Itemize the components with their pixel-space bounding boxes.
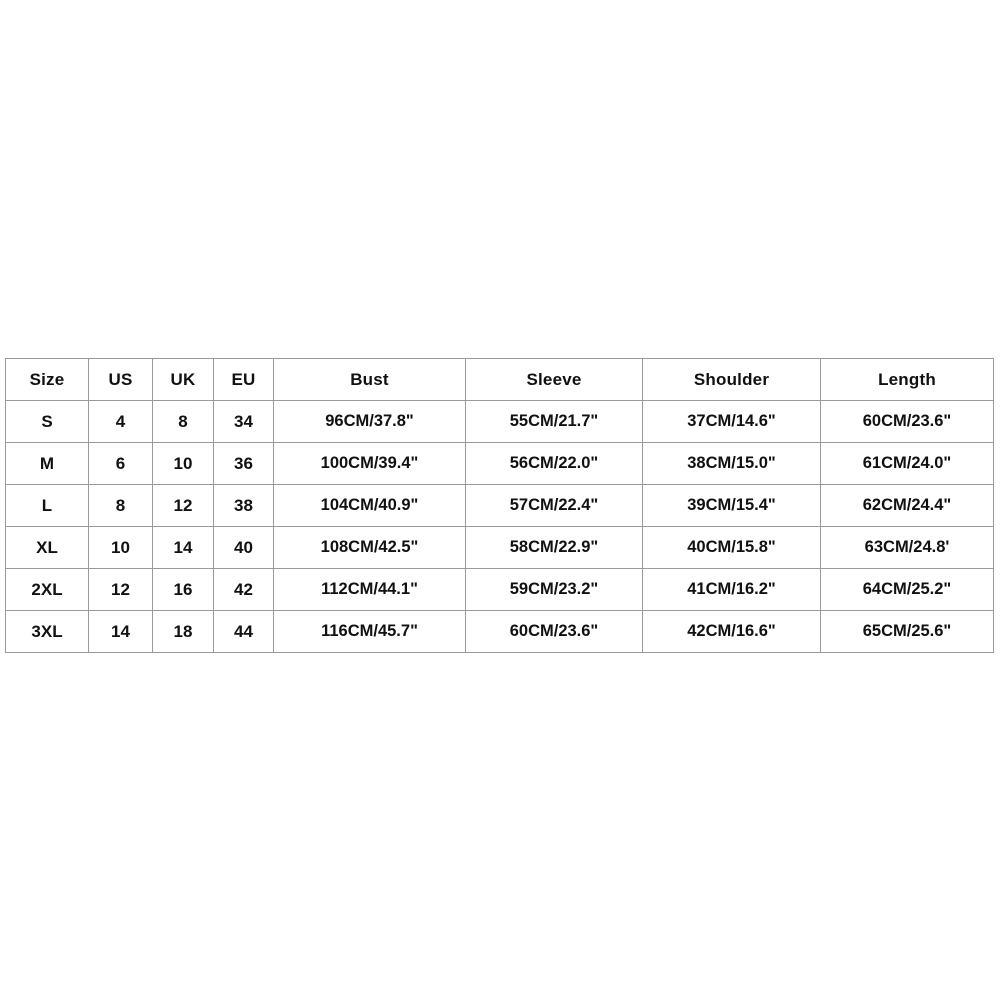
header-row: Size US UK EU Bust Sleeve Shoulder Lengt…	[5, 358, 994, 401]
cell-uk: 8	[152, 400, 214, 443]
cell-eu: 38	[213, 484, 274, 527]
table-row: 3XL 14 18 44 116CM/45.7" 60CM/23.6" 42CM…	[5, 610, 994, 653]
cell-eu: 42	[213, 568, 274, 611]
cell-sleeve: 55CM/21.7"	[465, 400, 643, 443]
column-header-length: Length	[820, 358, 994, 401]
table-row: 2XL 12 16 42 112CM/44.1" 59CM/23.2" 41CM…	[5, 568, 994, 611]
cell-size: 3XL	[5, 610, 89, 653]
cell-uk: 10	[152, 442, 214, 485]
cell-shoulder: 38CM/15.0"	[642, 442, 821, 485]
size-chart-table: Size US UK EU Bust Sleeve Shoulder Lengt…	[5, 358, 994, 653]
cell-eu: 36	[213, 442, 274, 485]
cell-size: L	[5, 484, 89, 527]
column-header-bust: Bust	[273, 358, 466, 401]
cell-eu: 40	[213, 526, 274, 569]
cell-length: 64CM/25.2"	[820, 568, 994, 611]
cell-shoulder: 37CM/14.6"	[642, 400, 821, 443]
cell-sleeve: 56CM/22.0"	[465, 442, 643, 485]
cell-us: 10	[88, 526, 153, 569]
cell-shoulder: 40CM/15.8"	[642, 526, 821, 569]
table-header: Size US UK EU Bust Sleeve Shoulder Lengt…	[5, 358, 994, 401]
column-header-eu: EU	[213, 358, 274, 401]
table-row: L 8 12 38 104CM/40.9" 57CM/22.4" 39CM/15…	[5, 484, 994, 527]
cell-bust: 96CM/37.8"	[273, 400, 466, 443]
cell-eu: 44	[213, 610, 274, 653]
cell-shoulder: 41CM/16.2"	[642, 568, 821, 611]
cell-us: 6	[88, 442, 153, 485]
cell-uk: 16	[152, 568, 214, 611]
cell-uk: 12	[152, 484, 214, 527]
cell-us: 8	[88, 484, 153, 527]
cell-shoulder: 39CM/15.4"	[642, 484, 821, 527]
cell-sleeve: 59CM/23.2"	[465, 568, 643, 611]
table-body: S 4 8 34 96CM/37.8" 55CM/21.7" 37CM/14.6…	[5, 400, 994, 653]
cell-sleeve: 60CM/23.6"	[465, 610, 643, 653]
table-row: XL 10 14 40 108CM/42.5" 58CM/22.9" 40CM/…	[5, 526, 994, 569]
cell-length: 61CM/24.0"	[820, 442, 994, 485]
column-header-size: Size	[5, 358, 89, 401]
cell-us: 4	[88, 400, 153, 443]
cell-shoulder: 42CM/16.6"	[642, 610, 821, 653]
cell-eu: 34	[213, 400, 274, 443]
cell-size: XL	[5, 526, 89, 569]
cell-us: 14	[88, 610, 153, 653]
column-header-shoulder: Shoulder	[642, 358, 821, 401]
cell-bust: 100CM/39.4"	[273, 442, 466, 485]
cell-uk: 14	[152, 526, 214, 569]
cell-sleeve: 58CM/22.9"	[465, 526, 643, 569]
cell-size: 2XL	[5, 568, 89, 611]
cell-length: 63CM/24.8'	[820, 526, 994, 569]
cell-sleeve: 57CM/22.4"	[465, 484, 643, 527]
column-header-sleeve: Sleeve	[465, 358, 643, 401]
table-row: S 4 8 34 96CM/37.8" 55CM/21.7" 37CM/14.6…	[5, 400, 994, 443]
table-row: M 6 10 36 100CM/39.4" 56CM/22.0" 38CM/15…	[5, 442, 994, 485]
cell-size: M	[5, 442, 89, 485]
cell-bust: 108CM/42.5"	[273, 526, 466, 569]
column-header-us: US	[88, 358, 153, 401]
cell-us: 12	[88, 568, 153, 611]
cell-bust: 116CM/45.7"	[273, 610, 466, 653]
cell-length: 65CM/25.6"	[820, 610, 994, 653]
column-header-uk: UK	[152, 358, 214, 401]
size-chart-container: Size US UK EU Bust Sleeve Shoulder Lengt…	[5, 358, 994, 653]
cell-length: 60CM/23.6"	[820, 400, 994, 443]
cell-length: 62CM/24.4"	[820, 484, 994, 527]
cell-uk: 18	[152, 610, 214, 653]
cell-bust: 104CM/40.9"	[273, 484, 466, 527]
cell-bust: 112CM/44.1"	[273, 568, 466, 611]
cell-size: S	[5, 400, 89, 443]
